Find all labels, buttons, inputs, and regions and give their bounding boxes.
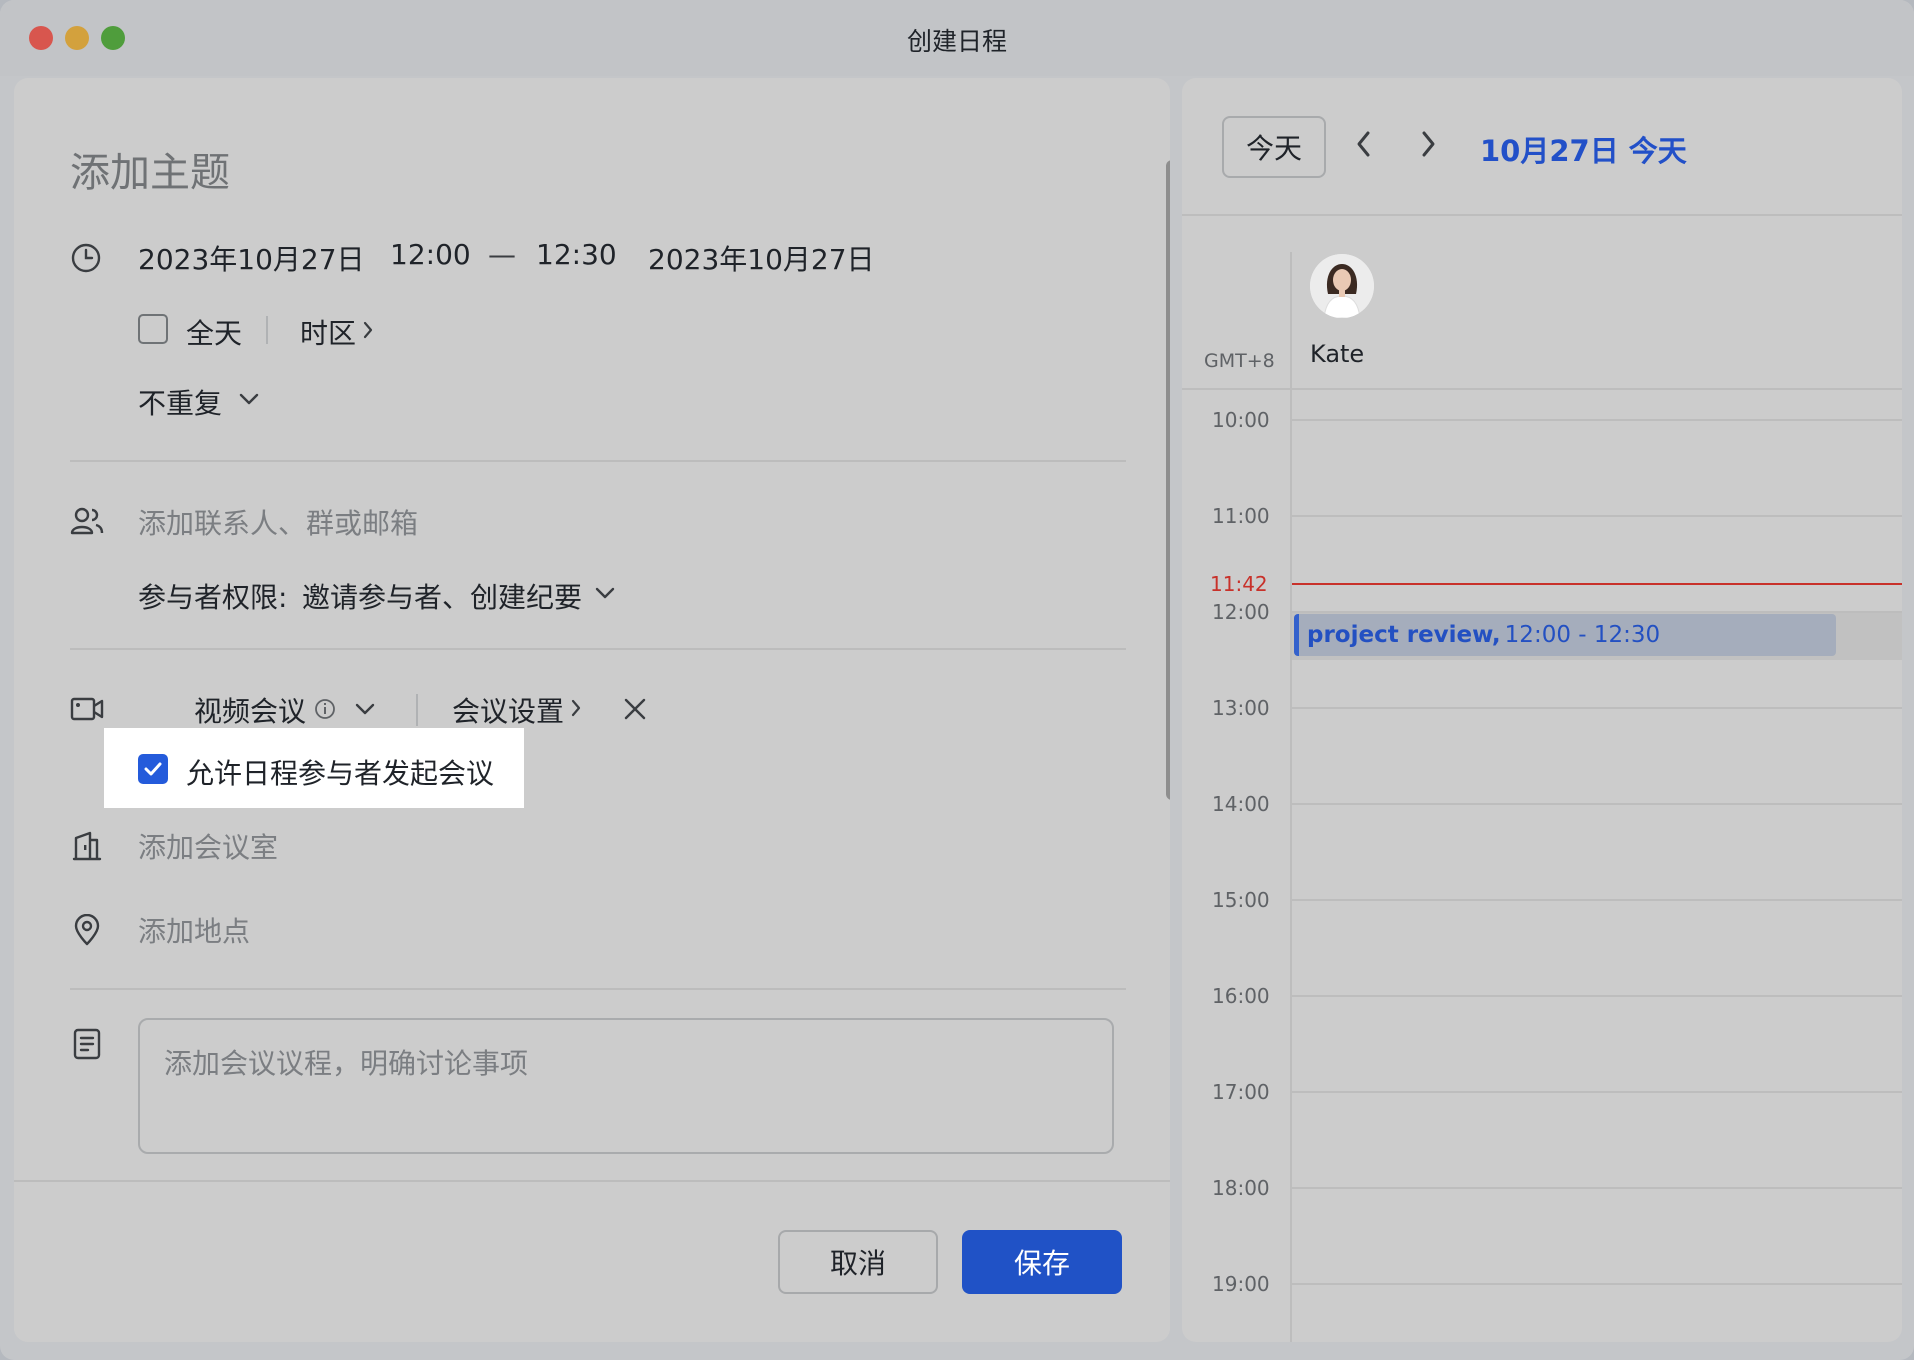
timezone-link[interactable]: 时区	[300, 312, 356, 352]
time-range-dash: —	[488, 238, 516, 271]
close-icon[interactable]	[622, 696, 648, 722]
hour-label: 14:00	[1212, 792, 1270, 816]
form-scrollbar[interactable]	[1166, 160, 1170, 800]
meeting-settings-link[interactable]: 会议设置	[452, 690, 564, 730]
clock-icon	[70, 242, 102, 274]
hour-line	[1292, 611, 1902, 613]
hour-label: 16:00	[1212, 984, 1270, 1008]
chevron-right-icon	[1422, 131, 1435, 157]
today-button[interactable]: 今天	[1222, 116, 1326, 178]
checkmark-icon	[144, 762, 162, 776]
agenda-placeholder: 添加会议议程，明确讨论事项	[164, 1047, 529, 1080]
hour-label: 18:00	[1212, 1176, 1270, 1200]
location-pin-icon	[72, 914, 102, 946]
end-date[interactable]: 2023年10月27日	[648, 238, 875, 278]
hour-line	[1292, 707, 1902, 709]
divider	[70, 648, 1126, 650]
start-date[interactable]: 2023年10月27日	[138, 238, 365, 278]
separator	[266, 316, 268, 344]
hour-line	[1292, 515, 1902, 517]
timezone-column-divider	[1290, 252, 1292, 1342]
divider	[70, 988, 1126, 990]
save-button[interactable]: 保存	[962, 1230, 1122, 1294]
chevron-down-icon[interactable]	[354, 702, 376, 716]
avatar[interactable]	[1310, 254, 1374, 318]
person-name: Kate	[1310, 340, 1365, 368]
allow-start-meeting-label: 允许日程参与者发起会议	[186, 757, 495, 790]
event-title: project review,	[1307, 622, 1501, 648]
hour-line	[1292, 1091, 1902, 1093]
timezone-label: GMT+8	[1204, 350, 1275, 372]
hour-label: 15:00	[1212, 888, 1270, 912]
chevron-left-icon	[1357, 131, 1370, 157]
chevron-right-icon[interactable]	[362, 320, 374, 340]
calendar-panel: 今天 10月27日 今天 Kate GMT+8 10:00 11:00 11:4…	[1182, 78, 1902, 1342]
room-input[interactable]: 添加会议室	[138, 826, 278, 866]
previous-day-button[interactable]	[1354, 128, 1374, 164]
allow-start-meeting-checkbox[interactable]	[138, 754, 168, 784]
divider	[1182, 214, 1902, 216]
hour-line	[1292, 899, 1902, 901]
separator	[416, 694, 418, 726]
title-bar: 创建日程	[0, 0, 1914, 76]
current-time-line	[1292, 583, 1902, 585]
hour-label: 11:00	[1212, 504, 1270, 528]
hour-line	[1292, 803, 1902, 805]
current-time-label: 11:42	[1210, 572, 1268, 596]
hour-line	[1292, 995, 1902, 997]
end-time[interactable]: 12:30	[536, 238, 617, 271]
hour-line	[1292, 1187, 1902, 1189]
hour-label: 13:00	[1212, 696, 1270, 720]
chevron-right-icon[interactable]	[570, 698, 582, 718]
location-input[interactable]: 添加地点	[138, 910, 250, 950]
hour-line	[1292, 419, 1902, 421]
video-camera-icon	[70, 696, 104, 722]
cancel-button[interactable]: 取消	[778, 1230, 938, 1294]
video-meeting-dropdown[interactable]: 视频会议	[194, 690, 306, 730]
divider	[1182, 388, 1902, 390]
document-icon	[72, 1028, 102, 1060]
divider	[70, 460, 1126, 462]
event-form-panel: 添加主题 2023年10月27日 12:00 — 12:30 2023年10月2…	[14, 78, 1170, 1342]
agenda-textarea[interactable]: 添加会议议程，明确讨论事项	[138, 1018, 1114, 1154]
all-day-label: 全天	[186, 317, 243, 350]
chevron-down-icon[interactable]	[594, 586, 616, 600]
start-time[interactable]: 12:00	[390, 238, 471, 271]
people-icon	[70, 506, 104, 536]
info-icon[interactable]	[314, 698, 336, 720]
window-title: 创建日程	[906, 27, 1007, 56]
hour-label: 17:00	[1212, 1080, 1270, 1104]
chevron-down-icon[interactable]	[238, 392, 260, 406]
permission-dropdown[interactable]: 邀请参与者、创建纪要	[302, 576, 582, 616]
attendee-input[interactable]: 添加联系人、群或邮箱	[138, 502, 418, 542]
hour-label: 19:00	[1212, 1272, 1270, 1296]
hour-label: 10:00	[1212, 408, 1270, 432]
all-day-checkbox[interactable]	[138, 314, 168, 344]
create-event-window: 创建日程 添加主题 2023年10月27日 12:00 — 12:30 2023…	[0, 0, 1914, 1360]
event-time: 12:00 - 12:30	[1504, 622, 1661, 648]
subject-input[interactable]: 添加主题	[70, 140, 230, 198]
next-day-button[interactable]	[1418, 128, 1438, 164]
meeting-room-icon	[72, 830, 102, 862]
current-date-title: 10月27日 今天	[1480, 134, 1687, 168]
hour-line	[1292, 1283, 1902, 1285]
repeat-dropdown[interactable]: 不重复	[138, 382, 222, 422]
permission-label: 参与者权限:	[138, 581, 288, 614]
hour-label: 12:00	[1212, 600, 1270, 624]
event-block[interactable]: project review, 12:00 - 12:30	[1294, 614, 1836, 656]
